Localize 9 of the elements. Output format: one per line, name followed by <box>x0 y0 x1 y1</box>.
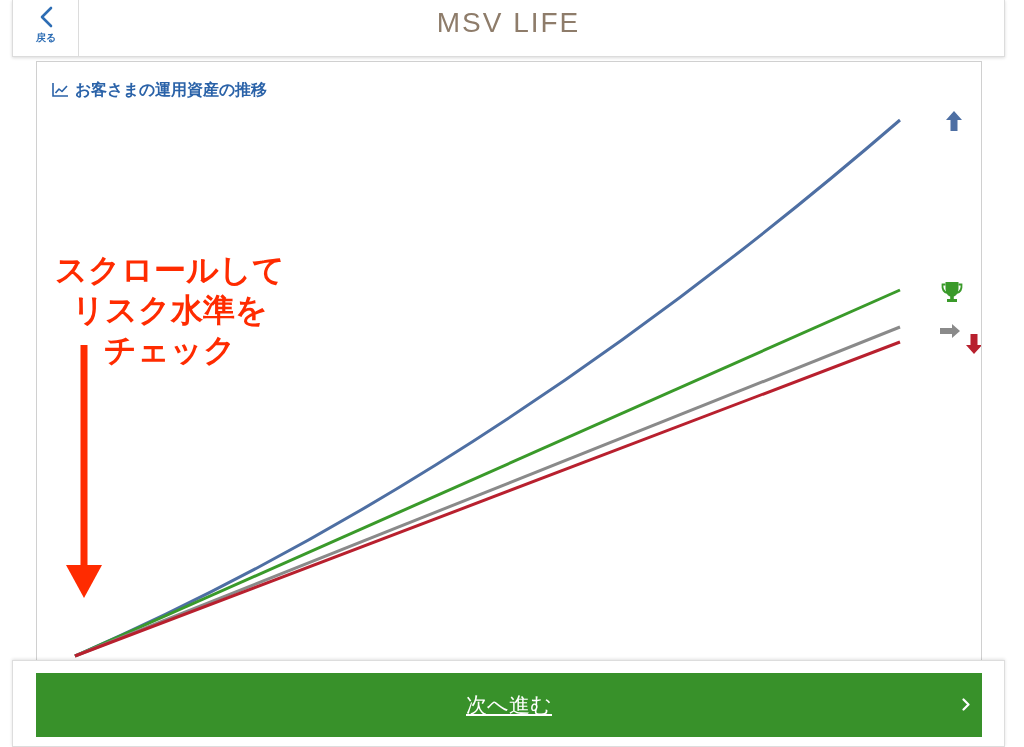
line-chart-icon <box>52 83 68 97</box>
annotation-text: スクロールしてリスク水準をチェック <box>54 250 286 370</box>
next-button[interactable]: 次へ進む <box>36 673 982 737</box>
chart-title: お客さまの運用資産の推移 <box>75 80 267 100</box>
chevron-left-icon <box>38 6 53 28</box>
app-title: MSV LIFE <box>435 6 582 40</box>
back-button[interactable]: 戻る <box>13 0 79 56</box>
chevron-right-icon <box>962 698 970 711</box>
down-arrow-icon <box>66 345 102 598</box>
